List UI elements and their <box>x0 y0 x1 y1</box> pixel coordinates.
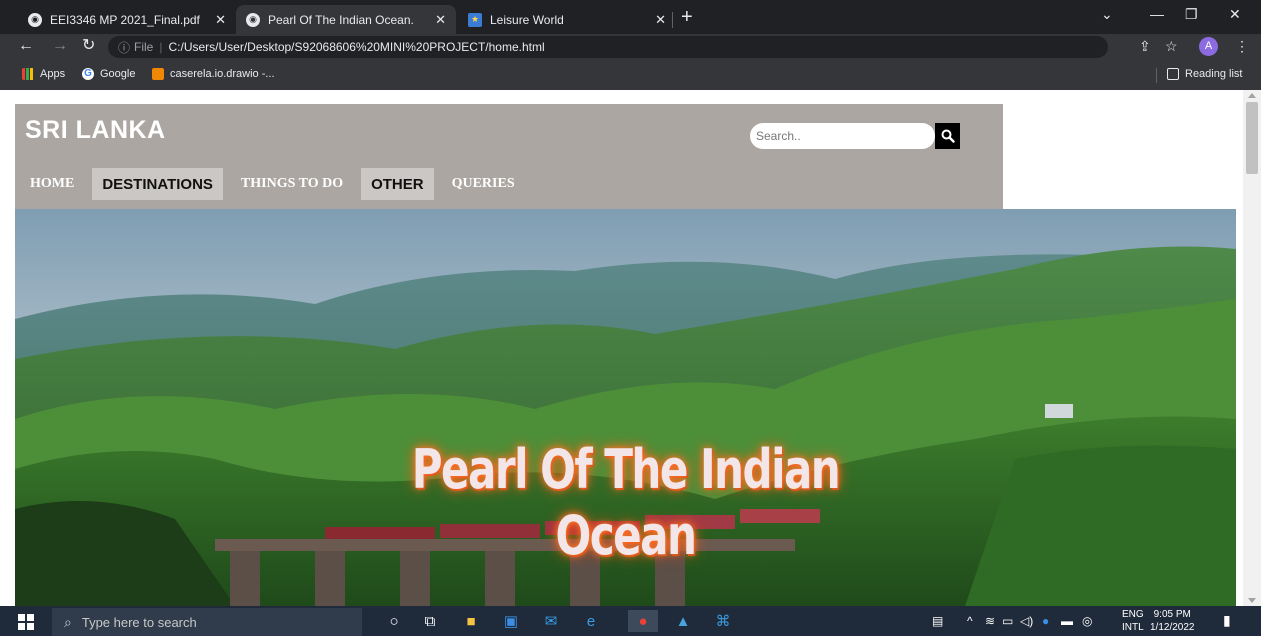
search-button[interactable] <box>935 123 960 149</box>
scroll-up-icon[interactable] <box>1248 93 1256 98</box>
lang-code: ENG <box>1122 609 1144 620</box>
browser-toolbar: ← → ↻ ⓘ File | C:/Users/User/Desktop/S92… <box>0 34 1261 60</box>
taskbar-search[interactable]: ⌕ Type here to search <box>52 608 362 636</box>
reading-list-icon <box>1167 68 1179 80</box>
main-nav: HOME DESTINATIONS THINGS TO DO OTHER QUE… <box>20 168 533 200</box>
tab-divider <box>672 12 673 28</box>
reading-list-label: Reading list <box>1185 68 1243 80</box>
bookmark-drawio[interactable]: caserela.io.drawio -... <box>152 68 275 80</box>
tab-title: Leisure World <box>490 12 564 27</box>
close-icon[interactable]: ✕ <box>655 12 666 28</box>
scroll-down-icon[interactable] <box>1248 598 1256 603</box>
hero-banner: Pearl Of The Indian Ocean <box>15 209 1236 606</box>
search-icon <box>941 129 955 143</box>
back-arrow-icon[interactable]: ← <box>18 38 34 54</box>
nav-home[interactable]: HOME <box>20 168 84 200</box>
nav-queries[interactable]: QUERIES <box>442 168 525 200</box>
store-icon[interactable]: ▣ <box>500 610 522 632</box>
photos-icon[interactable]: ▲ <box>672 610 694 632</box>
windows-taskbar: ⌕ Type here to search ○ ⧉ ■ ▣ ✉ e ● ▲ ⌘ … <box>0 606 1261 636</box>
tab-title: EEI3346 MP 2021_Final.pdf <box>50 12 200 27</box>
bookmark-label: Apps <box>40 68 66 80</box>
page-scrollbar[interactable] <box>1243 90 1261 606</box>
tab-pearl[interactable]: ◉ Pearl Of The Indian Ocean. ✕ <box>236 5 456 34</box>
file-explorer-icon[interactable]: ■ <box>460 610 482 632</box>
bookmark-google[interactable]: G Google <box>82 68 135 80</box>
edge-icon[interactable]: e <box>580 610 602 632</box>
tab-search-chevron-icon[interactable]: ⌄ <box>1101 6 1113 23</box>
bookmark-label: caserela.io.drawio -... <box>170 68 275 80</box>
scrollbar-thumb[interactable] <box>1246 102 1258 174</box>
tray-chevron-icon[interactable]: ^ <box>967 614 973 628</box>
mail-icon[interactable]: ✉ <box>540 610 562 632</box>
bluetooth-icon[interactable]: ● <box>1042 614 1049 628</box>
language-indicator[interactable]: ENG INTL <box>1122 608 1144 634</box>
page-viewport: SRI LANKA HOME DESTINATIONS THINGS TO DO… <box>0 90 1261 606</box>
windows-start-icon[interactable] <box>18 614 34 630</box>
reload-icon[interactable]: ↻ <box>82 38 95 54</box>
bookmark-label: Google <box>100 68 136 80</box>
info-icon[interactable]: ⓘ <box>118 39 130 56</box>
cortana-icon[interactable]: ○ <box>383 610 405 632</box>
forward-arrow-icon[interactable]: → <box>52 38 68 54</box>
site-header: SRI LANKA HOME DESTINATIONS THINGS TO DO… <box>15 104 1003 209</box>
globe-icon: ◉ <box>28 12 42 27</box>
address-divider: | <box>159 40 163 54</box>
globe-icon: ◉ <box>246 12 260 27</box>
meet-now-icon[interactable]: ◎ <box>1082 614 1092 628</box>
address-bar[interactable]: ⓘ File | C:/Users/User/Desktop/S92068606… <box>108 36 1108 58</box>
volume-icon[interactable]: ◁) <box>1020 614 1033 628</box>
hero-heading-line-1: Pearl Of The Indian <box>411 438 841 501</box>
search-input[interactable] <box>750 123 935 149</box>
reading-list-button[interactable]: Reading list <box>1167 68 1242 80</box>
drawio-icon <box>152 68 164 80</box>
keyboard-icon[interactable]: ▬ <box>1061 614 1073 628</box>
close-window-icon[interactable]: ✕ <box>1229 6 1241 23</box>
bookmark-apps[interactable]: Apps <box>22 68 65 80</box>
notification-icon[interactable]: ▮ <box>1223 612 1231 629</box>
restore-icon[interactable]: ❐ <box>1185 6 1198 23</box>
close-icon[interactable]: ✕ <box>215 12 226 28</box>
leisure-favicon-icon: ★ <box>468 12 482 27</box>
close-icon[interactable]: ✕ <box>435 12 446 28</box>
wifi-icon[interactable]: ≋ <box>985 614 995 628</box>
apps-grid-icon <box>22 68 34 80</box>
menu-kebab-icon[interactable]: ⋮ <box>1235 38 1249 55</box>
google-icon: G <box>82 68 94 80</box>
clock-date: 1/12/2022 <box>1150 622 1195 633</box>
lang-layout: INTL <box>1122 622 1144 633</box>
minimize-icon[interactable]: — <box>1150 6 1164 22</box>
system-clock[interactable]: 9:05 PM 1/12/2022 <box>1150 608 1195 634</box>
nav-destinations[interactable]: DESTINATIONS <box>92 168 223 200</box>
bookmarks-divider <box>1156 68 1157 83</box>
site-title: SRI LANKA <box>25 116 166 144</box>
clock-time: 9:05 PM <box>1153 609 1191 620</box>
hero-heading: Pearl Of The Indian Ocean <box>149 437 1101 569</box>
hero-heading-line-2: Ocean <box>555 504 698 567</box>
bookmarks-bar: Apps G Google caserela.io.drawio -... Re… <box>0 60 1261 90</box>
profile-avatar[interactable]: A <box>1199 37 1218 56</box>
bookmark-star-icon[interactable]: ☆ <box>1165 38 1178 55</box>
share-icon[interactable]: ⇪ <box>1139 38 1151 55</box>
url-text: C:/Users/User/Desktop/S92068606%20MINI%2… <box>168 40 545 54</box>
nav-other[interactable]: OTHER <box>361 168 434 200</box>
search-icon: ⌕ <box>64 613 72 630</box>
tab-leisure[interactable]: ★ Leisure World ✕ <box>458 5 676 34</box>
browser-tab-bar: ◉ EEI3346 MP 2021_Final.pdf ✕ ◉ Pearl Of… <box>0 0 1261 34</box>
scheme-label: File <box>134 40 154 54</box>
taskbar-search-placeholder: Type here to search <box>81 614 197 630</box>
chrome-icon[interactable]: ● <box>628 610 658 632</box>
tab-title: Pearl Of The Indian Ocean. <box>268 12 414 27</box>
tab-pdf[interactable]: ◉ EEI3346 MP 2021_Final.pdf ✕ <box>18 5 236 34</box>
vscode-icon[interactable]: ⌘ <box>712 610 734 632</box>
battery-icon[interactable]: ▭ <box>1002 614 1013 628</box>
new-tab-button[interactable]: + <box>681 7 693 27</box>
task-view-icon[interactable]: ⧉ <box>419 610 441 632</box>
news-icon[interactable]: ▤ <box>932 614 943 628</box>
nav-things-to-do[interactable]: THINGS TO DO <box>231 168 353 200</box>
